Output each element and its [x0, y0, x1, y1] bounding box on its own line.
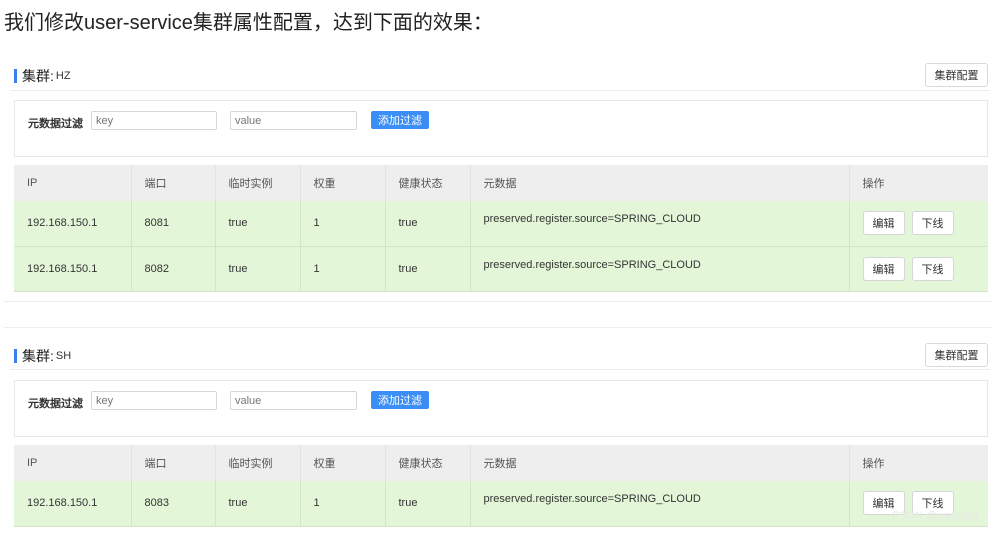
filter-label: 元数据过滤 — [28, 118, 83, 130]
filter-value-input[interactable] — [230, 111, 357, 130]
column-header-health: 健康状态 — [385, 165, 471, 201]
cell-weight: 1 — [300, 201, 386, 247]
filter-key-input[interactable] — [91, 391, 217, 410]
cell-actions: 编辑 下线 — [849, 201, 988, 247]
cell-port: 8081 — [131, 201, 216, 247]
table-row: 192.168.150.1 8082 true 1 true preserved… — [14, 246, 988, 292]
column-header-actions: 操作 — [849, 445, 988, 481]
table-header-row: IP 端口 临时实例 权重 健康状态 元数据 操作 — [14, 165, 988, 201]
cluster-header: 集群: SH — [14, 346, 71, 366]
divider — [10, 369, 990, 370]
column-header-port: 端口 — [131, 445, 216, 481]
instance-table: IP 端口 临时实例 权重 健康状态 元数据 操作 192.168.150.1 … — [14, 165, 988, 292]
column-header-metadata: 元数据 — [470, 165, 850, 201]
cluster-header: 集群: HZ — [14, 66, 71, 86]
column-header-ephemeral: 临时实例 — [215, 445, 301, 481]
cluster-name: HZ — [55, 70, 71, 82]
column-header-health: 健康状态 — [385, 445, 471, 481]
cell-ip: 192.168.150.1 — [14, 201, 132, 247]
cell-ip: 192.168.150.1 — [14, 246, 132, 292]
column-header-weight: 权重 — [300, 165, 386, 201]
offline-button[interactable]: 下线 — [911, 211, 954, 236]
column-header-ip: IP — [14, 165, 132, 201]
cell-metadata: preserved.register.source=SPRING_CLOUD — [470, 201, 850, 247]
watermark: CSDN @wespten — [891, 510, 978, 522]
cell-ephemeral: true — [215, 481, 301, 527]
cell-port: 8083 — [131, 481, 216, 527]
cell-health: true — [385, 246, 471, 292]
cell-port: 8082 — [131, 246, 216, 292]
section-divider — [4, 301, 992, 302]
cell-ephemeral: true — [215, 246, 301, 292]
add-filter-button[interactable]: 添加过滤 — [371, 111, 429, 129]
cell-ephemeral: true — [215, 201, 301, 247]
column-header-ephemeral: 临时实例 — [215, 165, 301, 201]
filter-key-input[interactable] — [91, 111, 217, 130]
cell-health: true — [385, 481, 471, 527]
filter-label: 元数据过滤 — [28, 398, 83, 410]
cluster-config-button[interactable]: 集群配置 — [925, 343, 988, 367]
offline-button[interactable]: 下线 — [911, 256, 954, 281]
metadata-filter-panel: 元数据过滤 添加过滤 — [14, 100, 988, 157]
cell-weight: 1 — [300, 246, 386, 292]
column-header-metadata: 元数据 — [470, 445, 850, 481]
cell-metadata: preserved.register.source=SPRING_CLOUD — [470, 481, 850, 527]
column-header-actions: 操作 — [849, 165, 988, 201]
cell-metadata: preserved.register.source=SPRING_CLOUD — [470, 246, 850, 292]
add-filter-button[interactable]: 添加过滤 — [371, 391, 429, 409]
instance-table: IP 端口 临时实例 权重 健康状态 元数据 操作 192.168.150.1 … — [14, 445, 988, 527]
cell-health: true — [385, 201, 471, 247]
cluster-title: 集群: — [22, 68, 54, 84]
cluster-config-button[interactable]: 集群配置 — [925, 63, 988, 87]
cell-ip: 192.168.150.1 — [14, 481, 132, 527]
cluster-accent-bar — [14, 69, 17, 83]
metadata-filter-panel: 元数据过滤 添加过滤 — [14, 380, 988, 437]
table-row: 192.168.150.1 8083 true 1 true preserved… — [14, 481, 988, 527]
cell-weight: 1 — [300, 481, 386, 527]
column-header-ip: IP — [14, 445, 132, 481]
edit-button[interactable]: 编辑 — [862, 211, 905, 236]
cell-actions: 编辑 下线 — [849, 246, 988, 292]
edit-button[interactable]: 编辑 — [862, 256, 905, 281]
table-header-row: IP 端口 临时实例 权重 健康状态 元数据 操作 — [14, 445, 988, 481]
section-divider — [4, 327, 992, 328]
intro-text: 我们修改user-service集群属性配置，达到下面的效果： — [4, 12, 493, 34]
cluster-name: SH — [55, 350, 72, 362]
column-header-weight: 权重 — [300, 445, 386, 481]
filter-value-input[interactable] — [230, 391, 357, 410]
column-header-port: 端口 — [131, 165, 216, 201]
cluster-title: 集群: — [22, 348, 54, 364]
cluster-accent-bar — [14, 349, 17, 363]
divider — [10, 90, 990, 91]
table-row: 192.168.150.1 8081 true 1 true preserved… — [14, 201, 988, 247]
